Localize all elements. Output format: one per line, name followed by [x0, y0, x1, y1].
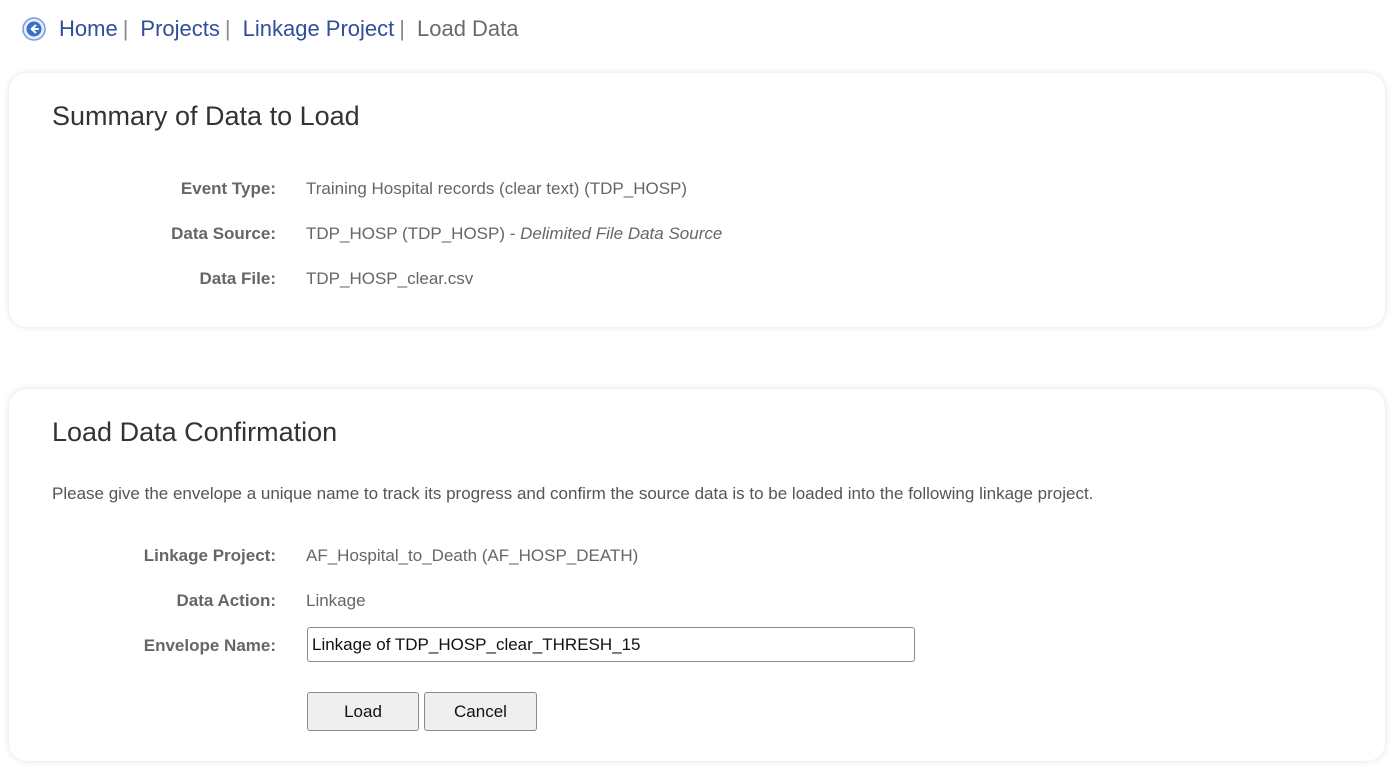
- envelope-name-label: Envelope Name:: [143, 636, 276, 655]
- data-source-separator: -: [505, 224, 521, 243]
- linkage-project-value: AF_Hospital_to_Death (AF_HOSP_DEATH): [306, 546, 639, 565]
- event-type-value: Training Hospital records (clear text) (…: [306, 179, 688, 198]
- breadcrumb-home-link[interactable]: Home: [59, 16, 118, 42]
- data-source-value-group: TDP_HOSP (TDP_HOSP) - Delimited File Dat…: [306, 224, 722, 244]
- event-type-row: Event Type: Training Hospital records (c…: [9, 177, 1385, 201]
- load-button[interactable]: Load: [307, 692, 419, 731]
- breadcrumb-separator: |: [399, 16, 405, 41]
- back-arrow-circle-icon[interactable]: [22, 17, 46, 41]
- breadcrumb-current: Load Data: [416, 16, 519, 41]
- data-source-row: Data Source: TDP_HOSP (TDP_HOSP) - Delim…: [9, 222, 1385, 246]
- breadcrumb-linkage-project-link[interactable]: Linkage Project: [243, 16, 395, 42]
- envelope-name-input[interactable]: [307, 627, 915, 662]
- data-file-label: Data File:: [199, 269, 276, 288]
- confirmation-title: Load Data Confirmation: [52, 417, 338, 447]
- linkage-project-row: Linkage Project: AF_Hospital_to_Death (A…: [9, 544, 1385, 568]
- breadcrumb-projects-link[interactable]: Projects: [140, 16, 219, 42]
- summary-card: Summary of Data to Load Event Type: Trai…: [9, 73, 1385, 327]
- data-action-value: Linkage: [306, 591, 366, 610]
- data-action-label: Data Action:: [176, 591, 277, 610]
- event-type-label: Event Type:: [180, 179, 276, 198]
- linkage-project-label: Linkage Project:: [143, 546, 276, 565]
- summary-title: Summary of Data to Load: [52, 101, 360, 131]
- data-source-label: Data Source:: [171, 224, 276, 243]
- breadcrumb: Home | Projects | Linkage Project | Load…: [22, 14, 519, 44]
- breadcrumb-separator: |: [224, 16, 231, 41]
- data-source-value: TDP_HOSP (TDP_HOSP): [306, 224, 506, 243]
- data-file-row: Data File: TDP_HOSP_clear.csv: [9, 267, 1385, 291]
- confirmation-intro: Please give the envelope a unique name t…: [52, 484, 1094, 503]
- data-source-type: Delimited File Data Source: [520, 224, 723, 243]
- cancel-button[interactable]: Cancel: [424, 692, 537, 731]
- breadcrumb-separator: |: [122, 16, 129, 41]
- confirmation-card: Load Data Confirmation Please give the e…: [9, 389, 1385, 761]
- data-file-value: TDP_HOSP_clear.csv: [306, 269, 474, 288]
- data-action-row: Data Action: Linkage: [9, 589, 1385, 613]
